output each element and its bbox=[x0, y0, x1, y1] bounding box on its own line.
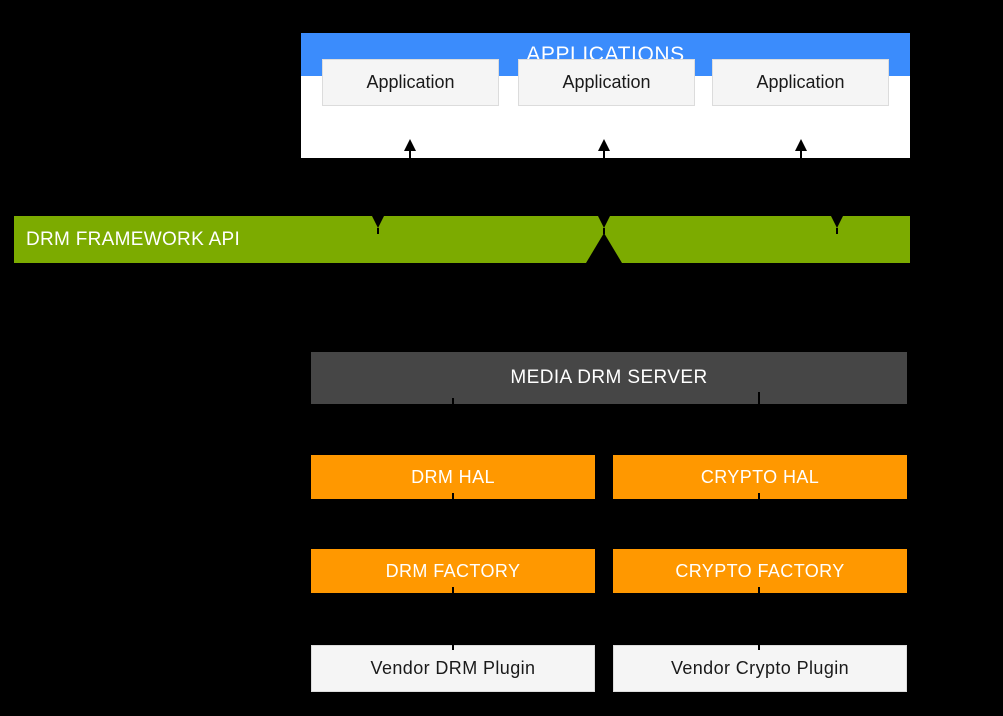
arrow-down-into-framework-1 bbox=[372, 216, 384, 228]
application-box-1: Application bbox=[322, 59, 499, 106]
crypto-hal-label: CRYPTO HAL bbox=[700, 466, 820, 487]
application-box-2: Application bbox=[518, 59, 695, 106]
drm-framework-api-label: DRM FRAMEWORK API bbox=[26, 228, 241, 250]
arrow-down-into-framework-3 bbox=[831, 216, 843, 228]
drm-factory-label: DRM FACTORY bbox=[385, 560, 521, 581]
connector-stub-crypto-factory-top bbox=[758, 545, 760, 549]
vendor-drm-plugin-block: Vendor DRM Plugin bbox=[311, 645, 595, 692]
vendor-crypto-plugin-block: Vendor Crypto Plugin bbox=[613, 645, 907, 692]
arrow-up-to-application-1 bbox=[404, 139, 416, 151]
crypto-hal-block: CRYPTO HAL bbox=[613, 455, 907, 499]
drm-hal-label: DRM HAL bbox=[411, 466, 495, 487]
connector-stub-drm-hal-bottom bbox=[452, 493, 454, 499]
connector-stub-vendor-drm-plugin-top bbox=[452, 645, 454, 650]
media-drm-server-label: MEDIA DRM SERVER bbox=[510, 367, 708, 388]
application-box-3: Application bbox=[712, 59, 889, 106]
vendor-drm-plugin-label: Vendor DRM Plugin bbox=[370, 658, 536, 678]
drm-framework-api-bar: DRM FRAMEWORK API bbox=[14, 216, 910, 263]
connector-stub-crypto-factory-bottom bbox=[758, 587, 760, 593]
arrow-down-into-framework-2 bbox=[598, 216, 610, 228]
application-box-2-label: Application bbox=[562, 72, 651, 92]
application-box-1-label: Application bbox=[366, 72, 455, 92]
connector-stub-drm-factory-bottom bbox=[452, 587, 454, 593]
drm-architecture-diagram: APPLICATIONS Application Application App… bbox=[0, 0, 1003, 716]
vendor-crypto-plugin-label: Vendor Crypto Plugin bbox=[670, 658, 850, 678]
connector-stub-crypto-hal-bottom bbox=[758, 493, 760, 499]
media-drm-server-block: MEDIA DRM SERVER bbox=[311, 352, 907, 404]
crypto-factory-label: CRYPTO FACTORY bbox=[675, 560, 845, 581]
arrow-up-to-application-2 bbox=[598, 139, 610, 151]
arrow-up-to-application-3 bbox=[795, 139, 807, 151]
connector-stub-server-to-crypto-hal bbox=[758, 392, 760, 404]
connector-stem-framework-3 bbox=[836, 228, 838, 234]
crypto-factory-block: CRYPTO FACTORY bbox=[613, 549, 907, 593]
application-box-3-label: Application bbox=[756, 72, 845, 92]
connector-stub-drm-factory-top bbox=[452, 545, 454, 549]
connector-stub-vendor-crypto-plugin-top bbox=[758, 645, 760, 650]
connector-stem-framework-1 bbox=[377, 228, 379, 234]
connector-stub-server-to-drm-hal bbox=[452, 398, 454, 404]
